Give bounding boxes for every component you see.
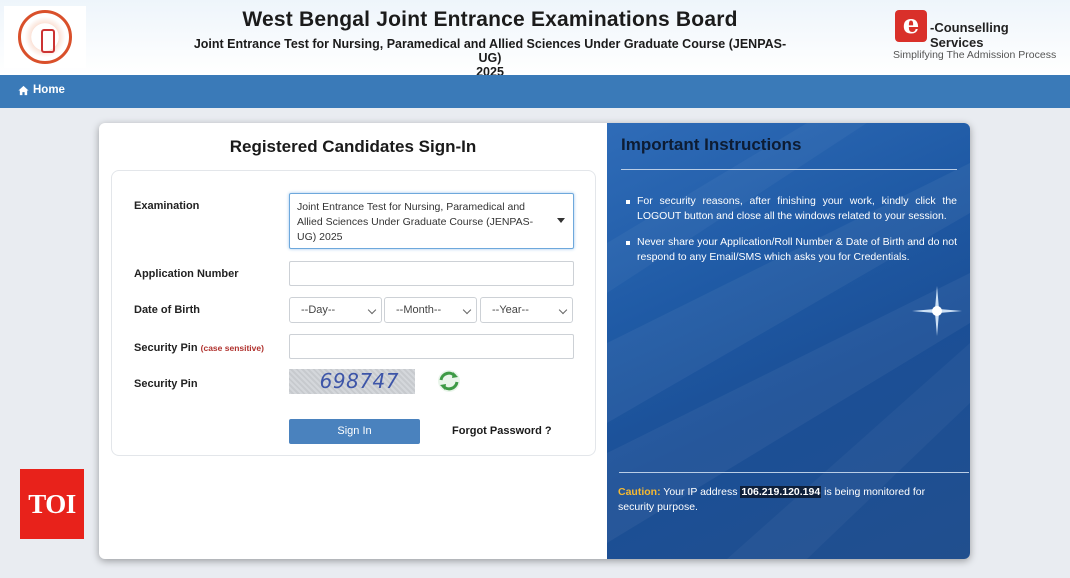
dob-label: Date of Birth (134, 304, 200, 316)
chevron-down-icon (558, 305, 568, 315)
ip-caution-notice: Caution: Your IP address 106.219.120.194… (618, 485, 958, 515)
dob-day-select[interactable]: --Day-- (289, 297, 382, 323)
signin-button[interactable]: Sign In (289, 419, 420, 444)
chevron-down-icon (462, 305, 472, 315)
signin-form: Examination Joint Entrance Test for Nurs… (111, 170, 596, 456)
examination-select[interactable]: Joint Entrance Test for Nursing, Paramed… (289, 193, 574, 249)
toi-logo: TOI (20, 469, 84, 539)
caution-text-before: Your IP address (660, 486, 741, 498)
captcha-label: Security Pin (134, 378, 198, 390)
forgot-password-link[interactable]: Forgot Password ? (452, 425, 552, 437)
board-seal-icon (18, 10, 72, 64)
dob-day-value: --Day-- (301, 304, 336, 316)
refresh-icon[interactable] (436, 368, 462, 394)
header-title-block: West Bengal Joint Entrance Examinations … (190, 8, 790, 79)
page-title: West Bengal Joint Entrance Examinations … (242, 8, 738, 31)
dob-month-value: --Month-- (396, 304, 442, 316)
instructions-list: For security reasons, after finishing yo… (625, 194, 957, 276)
instruction-item: For security reasons, after finishing yo… (625, 194, 957, 224)
security-pin-label-text: Security Pin (134, 342, 198, 354)
divider (621, 169, 957, 170)
sparkle-icon (912, 286, 962, 336)
examination-selected-value: Joint Entrance Test for Nursing, Paramed… (297, 201, 534, 243)
signin-title: Registered Candidates Sign-In (229, 137, 477, 156)
application-number-input[interactable] (289, 261, 574, 286)
dropdown-caret-icon (557, 218, 565, 223)
caution-label: Caution: (618, 486, 661, 498)
home-icon (18, 85, 29, 95)
security-pin-label: Security Pin (case sensitive) (134, 342, 264, 354)
security-pin-input[interactable] (289, 334, 574, 359)
dob-year-select[interactable]: --Year-- (480, 297, 573, 323)
divider (619, 472, 969, 473)
nav-home-label: Home (33, 84, 65, 96)
instruction-item: Never share your Application/Roll Number… (625, 235, 957, 265)
brand-mark-icon: e (895, 10, 927, 42)
navbar: Home (0, 75, 1070, 108)
chevron-down-icon (367, 305, 377, 315)
signin-panel: Registered Candidates Sign-In Examinatio… (99, 123, 607, 559)
wbjeeb-logo (4, 6, 86, 68)
dob-month-select[interactable]: --Month-- (384, 297, 477, 323)
signin-card: Registered Candidates Sign-In Examinatio… (99, 123, 970, 559)
application-number-label: Application Number (134, 268, 239, 280)
subtitle-line1: Joint Entrance Test for Nursing, Paramed… (193, 37, 787, 65)
page-subtitle: Joint Entrance Test for Nursing, Paramed… (190, 37, 790, 79)
examination-label: Examination (134, 200, 200, 212)
site-header: West Bengal Joint Entrance Examinations … (0, 0, 1070, 79)
e-counselling-logo: e -Counselling Services Simplifying The … (890, 8, 1065, 68)
brand-tagline: Simplifying The Admission Process (893, 49, 1057, 61)
dob-year-value: --Year-- (492, 304, 529, 316)
captcha-image: 698747 (289, 369, 415, 394)
nav-home-link[interactable]: Home (18, 84, 65, 96)
case-sensitive-note: (case sensitive) (200, 343, 264, 353)
brand-name: -Counselling Services (930, 20, 1009, 50)
instructions-panel: Important Instructions For security reas… (607, 123, 970, 559)
ip-address: 106.219.120.194 (740, 486, 822, 498)
instructions-title: Important Instructions (621, 135, 802, 154)
